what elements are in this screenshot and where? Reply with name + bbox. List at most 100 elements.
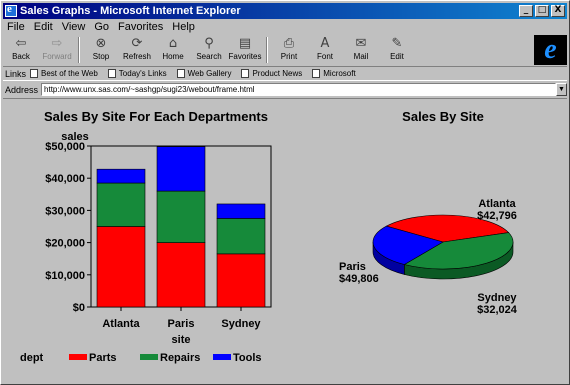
link-microsoft[interactable]: Microsoft (312, 69, 356, 78)
legend-swatch-repairs (140, 354, 158, 360)
forward-arrow-icon: ⇨ (51, 36, 63, 51)
ie-throbber-logo: e (534, 35, 567, 65)
page-content: Sales By Site For Each Departments sales $… (3, 98, 567, 384)
links-label[interactable]: Links (5, 69, 26, 79)
toolbar-separator (266, 37, 268, 63)
toolbar-label: Font (316, 52, 333, 61)
pie-label-paris: Paris (339, 261, 366, 273)
title-bar[interactable]: Sales Graphs - Microsoft Internet Explor… (3, 3, 567, 19)
favorites-button[interactable]: ▤ Favorites (227, 35, 263, 65)
link-label: Best of the Web (41, 69, 98, 78)
menu-favorites[interactable]: Favorites (118, 21, 163, 33)
links-bar: Links Best of the Web Today's Links Web Ga… (3, 66, 567, 81)
home-icon: ⌂ (168, 36, 178, 51)
x-axis-label: site (172, 334, 191, 346)
back-button[interactable]: ⇦ Back (3, 35, 39, 65)
x-tick-label: Paris (168, 318, 195, 330)
bar-repairs-atlanta (96, 182, 146, 227)
link-web-gallery[interactable]: Web Gallery (176, 69, 232, 78)
bar-chart-title: Sales By Site For Each Departments (44, 109, 268, 124)
toolbar-label: Favorites (228, 52, 262, 61)
menu-help[interactable]: Help (172, 21, 195, 33)
pie-label-sydney: Sydney (477, 292, 517, 304)
page-icon (241, 69, 250, 78)
bar-parts-atlanta (96, 226, 146, 308)
x-tick-label: Atlanta (102, 318, 140, 330)
close-button[interactable]: X (551, 5, 565, 17)
page-icon (107, 69, 116, 78)
y-tick-label: $50,000 (45, 141, 85, 153)
menu-go[interactable]: Go (94, 21, 109, 33)
x-tick-label: Sydney (221, 318, 261, 330)
toolbar-label: Search (196, 52, 222, 61)
link-label: Microsoft (323, 69, 356, 78)
menu-bar: File Edit View Go Favorites Help (3, 20, 200, 34)
address-bar: Address http://www.unx.sas.com/~sashgp/s… (3, 82, 567, 97)
link-label: Today's Links (118, 69, 167, 78)
pie-chart-title: Sales By Site (402, 109, 484, 124)
y-tick-label: $40,000 (45, 173, 85, 185)
bar-parts-sydney (216, 253, 266, 308)
search-icon: ⚲ (204, 36, 214, 51)
address-input[interactable]: http://www.unx.sas.com/~sashgp/sugi23/we… (41, 83, 556, 96)
link-label: Product News (252, 69, 303, 78)
y-tick-label: $30,000 (45, 205, 85, 217)
link-today-s-links[interactable]: Today's Links (107, 69, 167, 78)
page-icon (30, 69, 39, 78)
toolbar-label: Edit (390, 52, 404, 61)
toolbar-label: Stop (92, 52, 110, 61)
print-icon: ⎙ (283, 36, 295, 51)
page-icon (312, 69, 321, 78)
legend-label-parts: Parts (89, 352, 117, 364)
menu-edit[interactable]: Edit (34, 21, 53, 33)
toolbar-label: Mail (353, 52, 369, 61)
legend-swatch-parts (69, 354, 87, 360)
edit-button[interactable]: ✎ Edit (379, 35, 415, 65)
back-arrow-icon: ⇦ (15, 36, 27, 51)
legend-label-tools: Tools (233, 352, 262, 364)
bar-repairs-sydney (216, 218, 266, 255)
browser-window: Sales Graphs - Microsoft Internet Explor… (0, 0, 570, 385)
y-tick-label: $20,000 (45, 238, 85, 250)
forward-button[interactable]: ⇨ Forward (39, 35, 75, 65)
y-tick-label: $0 (73, 302, 85, 314)
search-button[interactable]: ⚲ Search (191, 35, 227, 65)
charts-canvas: Sales By Site For Each Departmentssales$… (20, 109, 518, 364)
pie-value-atlanta: $42,796 (477, 210, 517, 222)
toolbar-label: Refresh (122, 52, 151, 61)
font-button[interactable]: A Font (307, 35, 343, 65)
refresh-button[interactable]: ⟳ Refresh (119, 35, 155, 65)
address-dropdown-button[interactable]: ▼ (556, 83, 567, 96)
ie-app-icon[interactable] (5, 3, 17, 17)
bar-tools-atlanta (96, 168, 146, 184)
toolbar-separator (78, 37, 80, 63)
bar-parts-paris (156, 242, 206, 308)
pie-value-paris: $49,806 (339, 273, 379, 285)
menu-view[interactable]: View (62, 21, 86, 33)
toolbar-label: Print (280, 52, 298, 61)
address-label: Address (5, 84, 39, 95)
bar-tools-sydney (216, 203, 266, 219)
link-label: Web Gallery (187, 69, 232, 78)
print-button[interactable]: ⎙ Print (271, 35, 307, 65)
bar-repairs-paris (156, 190, 206, 243)
refresh-icon: ⟳ (131, 36, 143, 51)
menu-file[interactable]: File (7, 21, 25, 33)
link-best-of-the-web[interactable]: Best of the Web (30, 69, 98, 78)
home-button[interactable]: ⌂ Home (155, 35, 191, 65)
edit-icon: ✎ (391, 36, 403, 51)
mail-button[interactable]: ✉ Mail (343, 35, 379, 65)
toolbar-label: Forward (42, 52, 72, 61)
toolbar-label: Home (162, 52, 184, 61)
link-product-news[interactable]: Product News (241, 69, 302, 78)
maximize-button[interactable]: □ (535, 5, 549, 17)
stop-button[interactable]: ⊗ Stop (83, 35, 119, 65)
y-tick-label: $10,000 (45, 270, 85, 282)
toolbar-label: Back (12, 52, 30, 61)
legend-label-repairs: Repairs (160, 352, 200, 364)
legend-swatch-tools (213, 354, 231, 360)
minimize-button[interactable]: _ (519, 5, 533, 17)
font-icon: A (320, 36, 330, 51)
mail-icon: ✉ (355, 36, 367, 51)
favorites-icon: ▤ (238, 36, 252, 51)
